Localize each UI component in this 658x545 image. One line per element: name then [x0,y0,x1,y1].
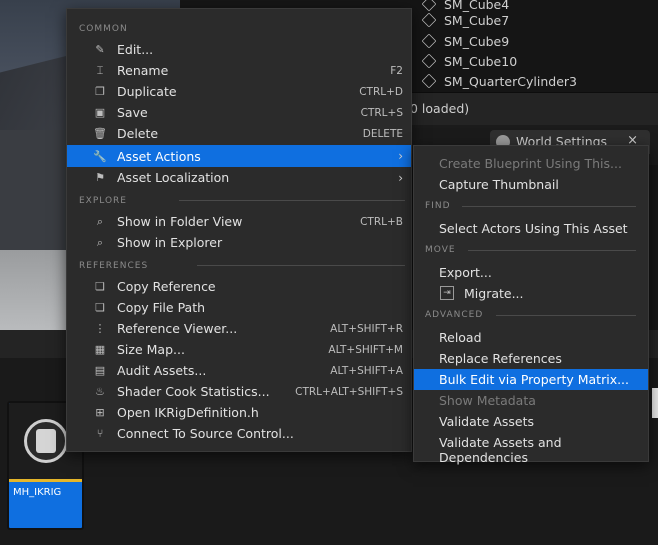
ik-rig-icon [24,419,68,463]
submenu-item-validate-assets[interactable]: Validate Assets [414,411,648,432]
flag-icon: ⚑ [95,171,105,184]
source-control-icon: ⑂ [96,427,104,440]
graph-icon: ⋮ [94,322,106,335]
menu-item-copy-file-path[interactable]: ❏ Copy File Path [67,297,411,318]
section-header-references: REFERENCES [79,261,149,271]
submenu-item-replace-references[interactable]: Replace References [414,348,648,369]
menu-item-edit[interactable]: ✎ Edit... [67,39,411,60]
submenu-item-migrate[interactable]: ⇥ Migrate... [414,283,648,304]
static-mesh-icon [421,73,437,89]
grid-icon: ▦ [94,343,106,356]
trash-icon: 🗑 [93,127,107,140]
outliner-item-label: SM_Cube10 [444,53,518,69]
menu-item-asset-localization[interactable]: ⚑ Asset Localization › [67,167,411,188]
outliner-item-label: SM_Cube9 [444,33,510,49]
static-mesh-icon [421,12,437,28]
submenu-item-validate-dependencies[interactable]: Validate Assets and Dependencies [414,432,648,465]
outliner-item-label: SM_Cube7 [444,12,510,28]
pencil-icon: ✎ [95,43,105,56]
explorer-icon: ⌕ [96,235,104,249]
menu-item-reference-viewer[interactable]: ⋮ Reference Viewer... ALT+SHIFT+R [67,318,411,339]
menu-item-show-in-explorer[interactable]: ⌕ Show in Explorer [67,232,411,253]
menu-item-asset-actions[interactable]: 🔧 Asset Actions › [67,145,411,167]
asset-name: MH_IKRIG [13,487,62,498]
submenu-item-show-metadata: Show Metadata [439,393,536,408]
outliner-item-label: SM_QuarterCylinder3 [444,73,577,89]
rename-icon: ⌶ [96,63,104,77]
audit-icon: ▤ [94,364,106,377]
viewport-pillar [0,130,70,270]
section-divider [468,250,636,251]
asset-type-stripe [9,479,82,482]
outliner-status-bar: 0 loaded) [410,92,658,125]
menu-item-show-in-folder-view[interactable]: ⌕ Show in Folder View CTRL+B [67,211,411,232]
wrench-icon: 🔧 [93,149,107,163]
menu-item-duplicate[interactable]: ❐ Duplicate CTRL+D [67,81,411,102]
menu-item-delete[interactable]: 🗑 Delete DELETE [67,123,411,144]
asset-actions-submenu: Create Blueprint Using This... Capture T… [413,145,649,465]
section-divider [462,206,636,207]
cook-icon: ♨ [95,385,105,398]
menu-item-copy-reference[interactable]: ❏ Copy Reference [67,276,411,297]
submenu-item-export[interactable]: Export... [414,262,648,283]
code-file-icon: ⊞ [95,406,105,419]
outliner-row[interactable]: SM_Cube7 [421,10,510,30]
menu-item-size-map[interactable]: ▦ Size Map... ALT+SHIFT+M [67,339,411,360]
save-icon: ▣ [94,106,106,119]
scrollbar-thumb[interactable] [652,388,658,418]
duplicate-icon: ❐ [95,85,105,98]
submenu-item-create-blueprint: Create Blueprint Using This... [439,156,622,171]
section-header-common: COMMON [79,24,128,34]
section-header-move: MOVE [425,245,456,255]
outliner-status-text: 0 loaded) [410,101,470,116]
menu-item-rename[interactable]: ⌶ Rename F2 [67,60,411,81]
menu-item-connect-source-control[interactable]: ⑂ Connect To Source Control... [67,423,411,444]
submenu-item-bulk-edit[interactable]: Bulk Edit via Property Matrix... [414,369,648,390]
section-divider [179,200,405,201]
submenu-item-select-actors[interactable]: Select Actors Using This Asset [414,218,648,239]
submenu-item-reload[interactable]: Reload [414,327,648,348]
outliner-row[interactable]: SM_Cube10 [421,51,518,71]
menu-item-open-header[interactable]: ⊞ Open IKRigDefinition.h [67,402,411,423]
section-divider [496,315,636,316]
section-header-find: FIND [425,201,451,211]
context-menu: COMMON ✎ Edit... ⌶ Rename F2 ❐ Duplicate… [66,8,412,452]
submenu-item-capture-thumbnail[interactable]: Capture Thumbnail [414,174,648,195]
copy-icon: ❏ [95,280,105,293]
copy-path-icon: ❏ [95,301,105,314]
migrate-icon: ⇥ [440,286,454,300]
section-header-advanced: ADVANCED [425,310,484,320]
folder-search-icon: ⌕ [96,214,104,228]
outliner-row[interactable]: SM_Cube9 [421,31,510,51]
menu-item-save[interactable]: ▣ Save CTRL+S [67,102,411,123]
outliner-row[interactable]: SM_QuarterCylinder3 [421,71,577,91]
chevron-right-icon: › [398,170,403,185]
section-divider [197,265,405,266]
static-mesh-icon [421,53,437,69]
menu-item-shader-cook-statistics[interactable]: ♨ Shader Cook Statistics... CTRL+ALT+SHI… [67,381,411,402]
section-header-explore: EXPLORE [79,196,127,206]
world-outliner: SM_Cube4 SM_Cube7 SM_Cube9 SM_Cube10 SM_… [410,0,658,92]
menu-item-audit-assets[interactable]: ▤ Audit Assets... ALT+SHIFT+A [67,360,411,381]
chevron-right-icon: › [398,149,403,163]
static-mesh-icon [421,33,437,49]
